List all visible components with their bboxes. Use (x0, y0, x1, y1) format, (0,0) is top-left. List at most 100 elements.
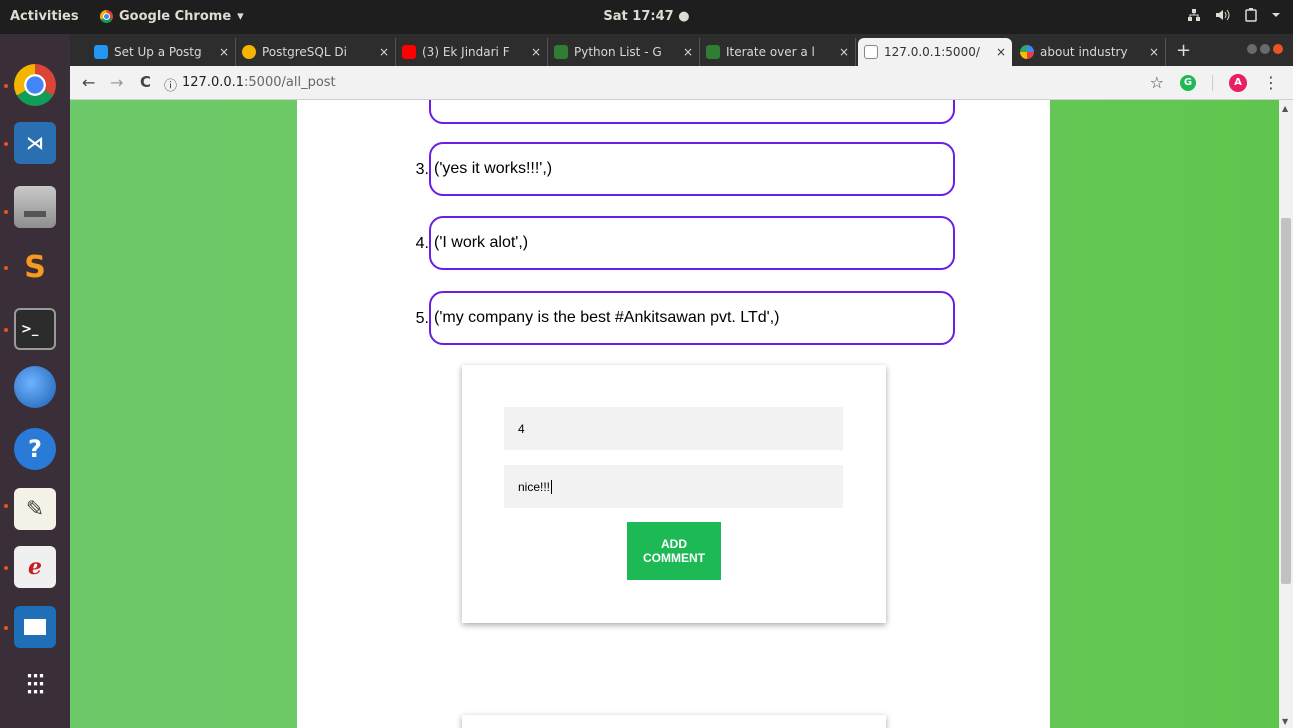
system-tray[interactable] (1187, 8, 1281, 22)
scroll-down-arrow-icon[interactable]: ▼ (1282, 717, 1288, 726)
back-button[interactable]: ← (82, 73, 95, 92)
document-icon (864, 45, 878, 59)
network-icon (1188, 9, 1200, 21)
url-host: 127.0.0.1 (182, 75, 245, 90)
comment-input[interactable]: nice!!! (504, 465, 843, 508)
tab-close-icon[interactable]: × (839, 45, 849, 59)
tab-favicon-icon (242, 45, 256, 59)
running-indicator (4, 328, 8, 332)
app-menu-label: Google Chrome (119, 9, 232, 24)
terminal-icon[interactable]: >_ (14, 308, 56, 350)
post-id-input[interactable]: 4 (504, 407, 843, 450)
battery-icon (1245, 8, 1257, 22)
post-number: 3. (415, 161, 429, 178)
tab-active[interactable]: 127.0.0.1:5000/ × (858, 38, 1012, 66)
post-item-partial (429, 100, 955, 124)
toolbar-actions: ☆ G A ⋮ (1150, 73, 1279, 92)
running-indicator (4, 142, 8, 146)
tab-favicon-icon (94, 45, 108, 59)
comment-value: nice!!! (518, 479, 551, 494)
volume-icon (1216, 9, 1230, 21)
help-icon[interactable]: ? (14, 428, 56, 470)
clock-label[interactable]: Sat 17:47 ● (603, 9, 689, 24)
scroll-up-arrow-icon[interactable]: ▲ (1282, 104, 1288, 113)
tab[interactable]: Python List - G × (548, 38, 700, 66)
tab-close-icon[interactable]: × (379, 45, 389, 59)
window-controls (1247, 44, 1283, 54)
clock-time: Sat 17:47 (603, 9, 674, 24)
post-text: ('my company is the best #Ankitsawan pvt… (434, 309, 780, 326)
running-indicator (4, 566, 8, 570)
ubuntu-dock: ⋊ S >_ ? ✎ ℯ ⋯ ⋯ ⋯ (0, 34, 70, 728)
post-text: ('yes it works!!!',) (434, 160, 553, 177)
tab-close-icon[interactable]: × (531, 45, 541, 59)
running-indicator (4, 626, 8, 630)
tab-favicon-icon (402, 45, 416, 59)
tab-title: Python List - G (574, 45, 662, 59)
post-text: ('I work alot',) (434, 234, 529, 251)
site-info-icon[interactable]: ⓘ (164, 75, 177, 94)
tab[interactable]: (3) Ek Jindari F × (396, 38, 548, 66)
chrome-menu-icon[interactable]: ⋮ (1263, 73, 1279, 92)
address-bar[interactable]: 127.0.0.1:5000/all_post (182, 75, 336, 90)
post-list-container: 3. ('yes it works!!!',) 4. ('I work alot… (297, 100, 1050, 728)
page-viewport: 3. ('yes it works!!!',) 4. ('I work alot… (70, 100, 1279, 728)
add-comment-button[interactable]: Add Comment (627, 522, 721, 580)
tab-close-icon[interactable]: × (996, 45, 1006, 59)
text-editor-icon[interactable]: ✎ (14, 488, 56, 530)
show-applications-icon[interactable]: ⋯ ⋯ ⋯ (14, 664, 56, 706)
tab-title: (3) Ek Jindari F (422, 45, 510, 59)
tab[interactable]: Set Up a Postg × (88, 38, 236, 66)
tab-title: PostgreSQL Di (262, 45, 347, 59)
running-indicator (4, 210, 8, 214)
tab[interactable]: PostgreSQL Di × (236, 38, 396, 66)
chrome-icon (100, 10, 113, 23)
bookmark-star-icon[interactable]: ☆ (1150, 73, 1164, 92)
thunderbird-icon[interactable] (14, 366, 56, 408)
text-cursor (551, 479, 553, 494)
profile-avatar[interactable]: A (1229, 73, 1247, 92)
minimize-button[interactable] (1247, 44, 1257, 54)
activities-button[interactable]: Activities (10, 9, 79, 24)
tab-title: 127.0.0.1:5000/ (884, 45, 980, 59)
maximize-button[interactable] (1260, 44, 1270, 54)
tab-favicon-icon (554, 45, 568, 59)
post-item: ('yes it works!!!',) (429, 142, 955, 196)
app-menu[interactable]: Google Chrome ▾ (100, 9, 244, 24)
running-indicator (4, 266, 8, 270)
notification-dot-icon: ● (678, 9, 690, 24)
chevron-down-icon: ▾ (237, 9, 244, 24)
new-tab-button[interactable]: + (1176, 40, 1191, 61)
post-number: 4. (415, 235, 429, 252)
tab-title: about industry (1040, 45, 1128, 59)
tab-close-icon[interactable]: × (683, 45, 693, 59)
scrollbar-thumb[interactable] (1281, 218, 1291, 584)
tab[interactable]: about industry × (1014, 38, 1166, 66)
page-scrollbar[interactable]: ▲ ▼ (1279, 100, 1293, 728)
chrome-icon[interactable] (14, 64, 56, 106)
reload-button[interactable]: C (140, 73, 151, 91)
tab-title: Iterate over a l (726, 45, 815, 59)
close-window-button[interactable] (1273, 44, 1283, 54)
ubuntu-top-panel: Activities Google Chrome ▾ Sat 17:47 ● (0, 0, 1293, 34)
url-path: :5000/all_post (244, 75, 336, 90)
tab[interactable]: Iterate over a l × (700, 38, 856, 66)
post-number: 5. (415, 310, 429, 327)
files-icon[interactable] (14, 186, 56, 228)
post-id-value: 4 (518, 421, 525, 436)
comment-form-partial (462, 715, 886, 728)
document-viewer-icon[interactable]: ℯ (14, 546, 56, 588)
tab-close-icon[interactable]: × (1149, 45, 1159, 59)
browser-toolbar: ← → C ⓘ 127.0.0.1:5000/all_post ☆ G A ⋮ (70, 66, 1293, 100)
tab-close-icon[interactable]: × (219, 45, 229, 59)
forward-button[interactable]: → (110, 73, 123, 92)
libreoffice-impress-icon[interactable] (14, 606, 56, 648)
comment-form: 4 nice!!! Add Comment (462, 365, 886, 623)
vscode-icon[interactable]: ⋊ (14, 122, 56, 164)
sublime-text-icon[interactable]: S (14, 246, 56, 288)
tab-title: Set Up a Postg (114, 45, 202, 59)
browser-tab-strip: Set Up a Postg × PostgreSQL Di × (3) Ek … (70, 34, 1293, 66)
grammarly-extension-icon[interactable]: G (1180, 74, 1196, 91)
post-item: ('I work alot',) (429, 216, 955, 270)
running-indicator (4, 504, 8, 508)
